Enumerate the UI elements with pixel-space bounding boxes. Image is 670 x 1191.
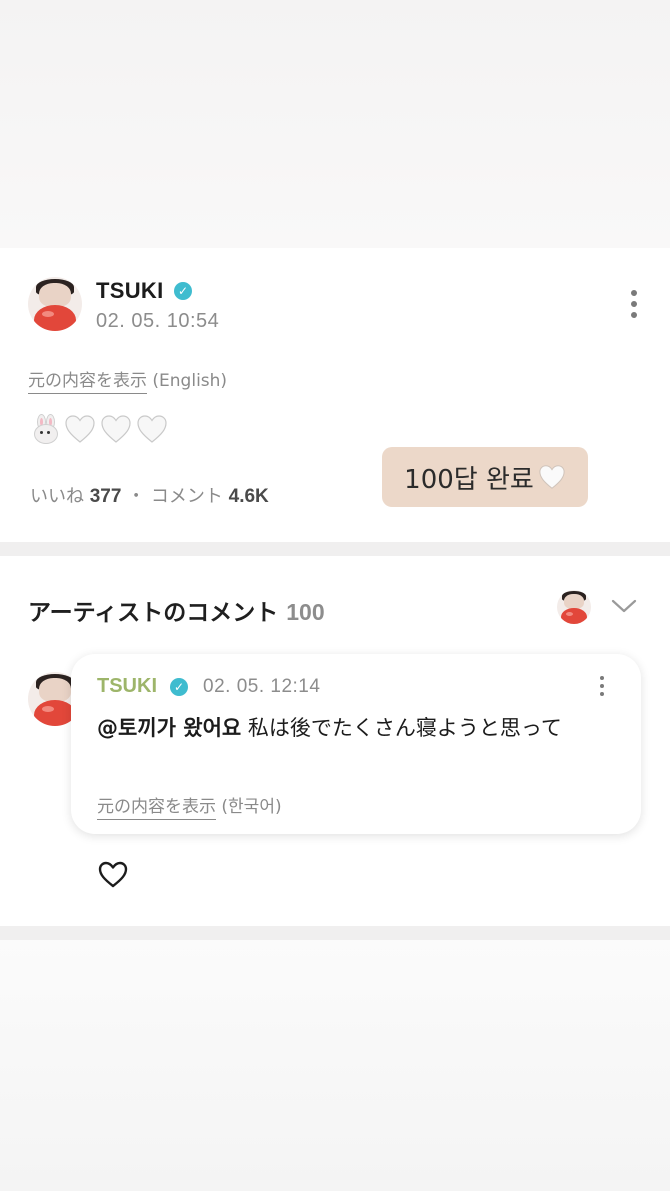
comment-translate: 元の内容を表示 (한국어)	[97, 792, 282, 820]
artist-comments-count: 100	[286, 599, 325, 625]
post-translate-lang: (English)	[152, 371, 228, 391]
post-more-icon[interactable]	[624, 290, 644, 323]
comment-timestamp: 02. 05. 12:14	[203, 676, 321, 697]
bottom-blank-area	[0, 940, 670, 1191]
white-heart-icon	[539, 465, 565, 489]
comment-author-name[interactable]: TSUKI	[97, 675, 157, 698]
likes-count: 377	[89, 486, 122, 507]
verified-icon: ✓	[170, 678, 188, 696]
post-translate: 元の内容を表示 (English)	[28, 366, 228, 394]
artist-filter-avatar[interactable]	[557, 590, 591, 624]
comment-text: @토끼가 왔어요 私は後でたくさん寝ようと思って	[97, 710, 617, 746]
post-stats: いいね 377 ・ コメント 4.6K	[30, 482, 269, 508]
artist-comments-header: アーティストのコメント 100	[28, 593, 325, 627]
post-body-emojis	[30, 414, 168, 444]
comment-body: 私は後でたくさん寝ようと思って	[247, 716, 562, 740]
section-divider	[0, 542, 670, 556]
likes-label: いいね	[30, 486, 84, 507]
post-timestamp: 02. 05. 10:54	[96, 310, 220, 332]
chevron-down-icon[interactable]	[610, 596, 638, 616]
verified-icon: ✓	[174, 282, 192, 300]
sticker-overlay: 100답 완료	[382, 447, 588, 507]
show-original-link[interactable]: 元の内容を表示	[28, 371, 147, 394]
comment-translate-lang: (한국어)	[221, 797, 282, 817]
white-heart-icon	[101, 415, 131, 443]
comments-count[interactable]: 4.6K	[229, 486, 269, 507]
section-divider	[0, 926, 670, 940]
like-heart-icon[interactable]	[96, 858, 130, 890]
comments-label[interactable]: コメント	[151, 486, 223, 507]
sticker-text: 100답 완료	[404, 464, 534, 495]
white-heart-icon	[65, 415, 95, 443]
comment-mention[interactable]: @토끼가 왔어요	[97, 716, 241, 740]
stats-separator: ・	[127, 486, 146, 507]
comment-more-icon[interactable]	[592, 676, 612, 700]
rabbit-face-icon	[30, 414, 60, 444]
artist-comments-title: アーティストのコメント	[28, 600, 279, 626]
post-author-name[interactable]: TSUKI	[96, 278, 164, 304]
top-blank-area	[0, 0, 670, 248]
author-avatar[interactable]	[28, 277, 82, 331]
show-original-link[interactable]: 元の内容を表示	[97, 797, 216, 820]
white-heart-icon	[137, 415, 167, 443]
